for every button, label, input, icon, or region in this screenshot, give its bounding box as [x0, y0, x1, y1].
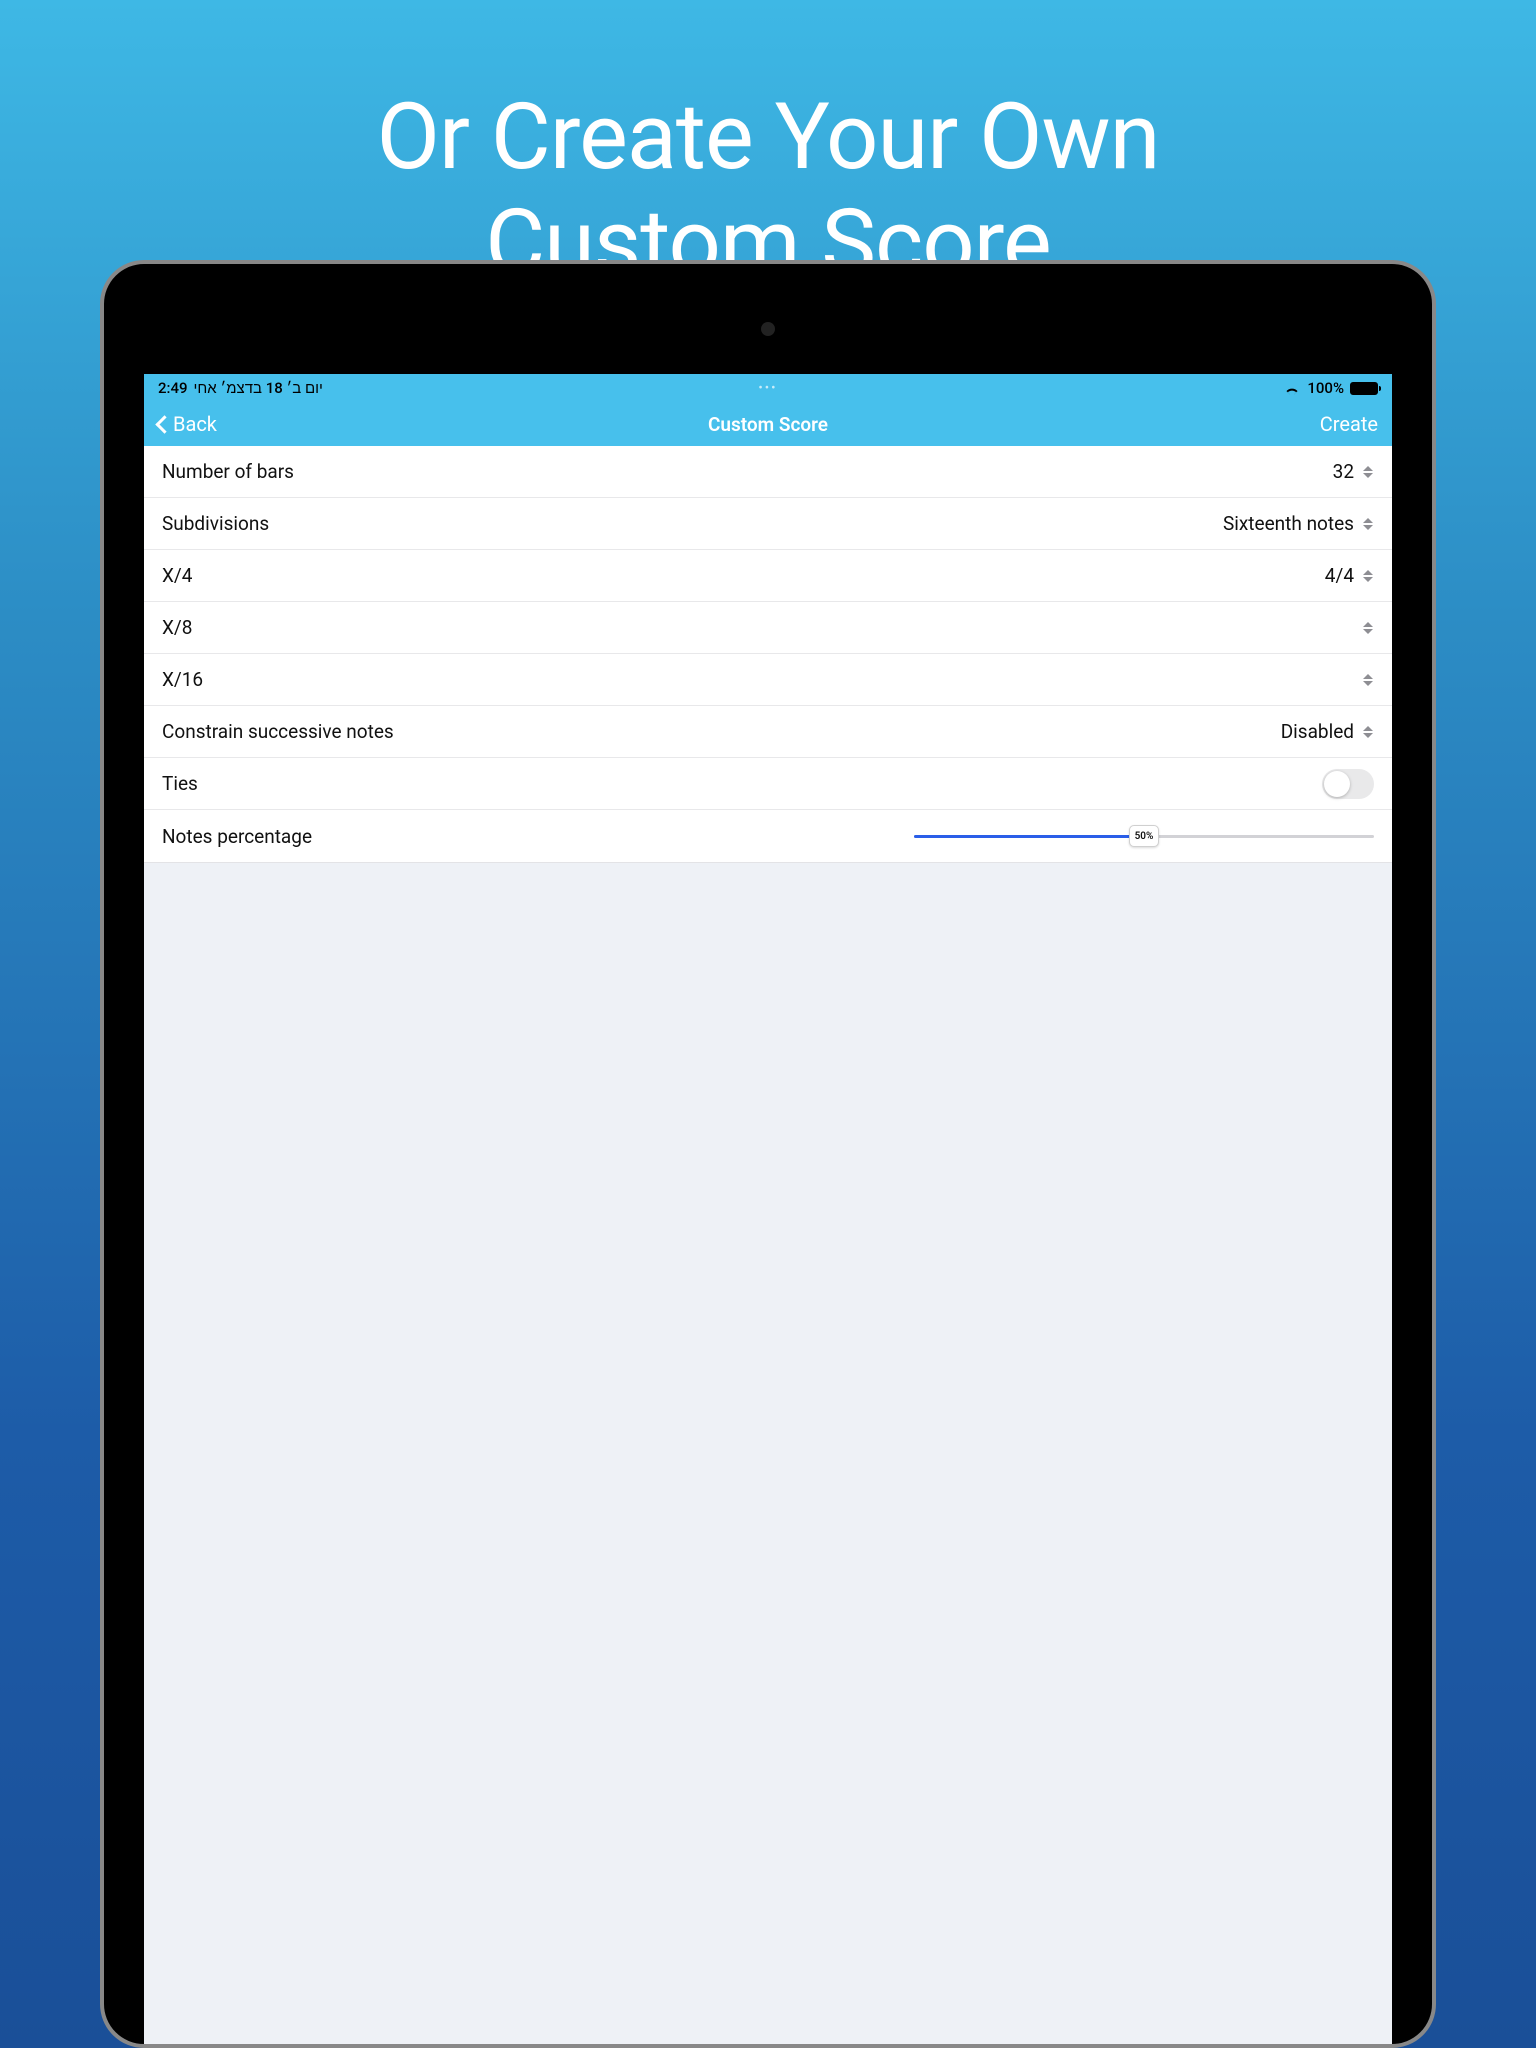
label-x8: X/8 — [162, 616, 1354, 639]
promo-heading: Or Create Your Own Custom Score — [0, 0, 1536, 297]
updown-icon — [1362, 466, 1374, 478]
tablet-camera — [761, 322, 775, 336]
status-bar: 2:49 יום ב׳ 18 בדצמ׳ אחי ••• 100% — [144, 374, 1392, 402]
navigation-bar: Back Custom Score Create — [144, 402, 1392, 446]
value-x8 — [1354, 622, 1374, 634]
status-left: 2:49 יום ב׳ 18 בדצמ׳ אחי — [158, 379, 323, 397]
status-right: 100% — [1283, 379, 1378, 397]
row-notes-percentage: Notes percentage 50% — [144, 810, 1392, 862]
value-subdivisions: Sixteenth notes — [1223, 512, 1374, 535]
status-indicator-dots: ••• — [758, 381, 777, 396]
value-x16 — [1354, 674, 1374, 686]
value-number-of-bars-text: 32 — [1333, 460, 1354, 483]
updown-icon — [1362, 622, 1374, 634]
updown-icon — [1362, 674, 1374, 686]
value-constrain: Disabled — [1281, 720, 1374, 743]
label-notes-percentage: Notes percentage — [162, 825, 914, 848]
status-date: יום ב׳ 18 בדצמ׳ אחי — [194, 379, 323, 397]
chevron-left-icon — [155, 415, 173, 433]
label-constrain: Constrain successive notes — [162, 720, 1281, 743]
toggle-knob — [1324, 771, 1350, 797]
row-x4[interactable]: X/4 4/4 — [144, 550, 1392, 602]
back-button[interactable]: Back — [158, 412, 217, 436]
page-title: Custom Score — [708, 413, 828, 436]
value-x4-text: 4/4 — [1325, 564, 1354, 587]
value-number-of-bars: 32 — [1333, 460, 1374, 483]
row-ties: Ties — [144, 758, 1392, 810]
tablet-frame: 2:49 יום ב׳ 18 בדצמ׳ אחי ••• 100% Back C… — [100, 260, 1436, 2048]
value-x4: 4/4 — [1325, 564, 1374, 587]
value-subdivisions-text: Sixteenth notes — [1223, 512, 1354, 535]
slider-fill — [914, 835, 1144, 838]
label-ties: Ties — [162, 772, 1322, 795]
tablet-screen: 2:49 יום ב׳ 18 בדצמ׳ אחי ••• 100% Back C… — [144, 374, 1392, 2044]
notes-percentage-slider[interactable]: 50% — [914, 821, 1374, 851]
updown-icon — [1362, 570, 1374, 582]
status-time: 2:49 — [158, 379, 188, 397]
label-subdivisions: Subdivisions — [162, 512, 1223, 535]
value-constrain-text: Disabled — [1281, 720, 1354, 743]
ties-toggle[interactable] — [1322, 769, 1374, 799]
row-x16[interactable]: X/16 — [144, 654, 1392, 706]
label-x4: X/4 — [162, 564, 1325, 587]
battery-icon — [1350, 382, 1378, 395]
slider-thumb[interactable]: 50% — [1129, 825, 1159, 847]
updown-icon — [1362, 518, 1374, 530]
wifi-icon — [1283, 381, 1301, 395]
label-number-of-bars: Number of bars — [162, 460, 1333, 483]
row-constrain-successive-notes[interactable]: Constrain successive notes Disabled — [144, 706, 1392, 758]
create-button[interactable]: Create — [1320, 412, 1378, 436]
row-number-of-bars[interactable]: Number of bars 32 — [144, 446, 1392, 498]
updown-icon — [1362, 726, 1374, 738]
promo-line-1: Or Create Your Own — [0, 85, 1536, 191]
back-label: Back — [173, 412, 217, 436]
battery-percent: 100% — [1307, 379, 1344, 397]
label-x16: X/16 — [162, 668, 1354, 691]
row-subdivisions[interactable]: Subdivisions Sixteenth notes — [144, 498, 1392, 550]
row-x8[interactable]: X/8 — [144, 602, 1392, 654]
settings-list: Number of bars 32 Subdivisions Sixteenth… — [144, 446, 1392, 863]
